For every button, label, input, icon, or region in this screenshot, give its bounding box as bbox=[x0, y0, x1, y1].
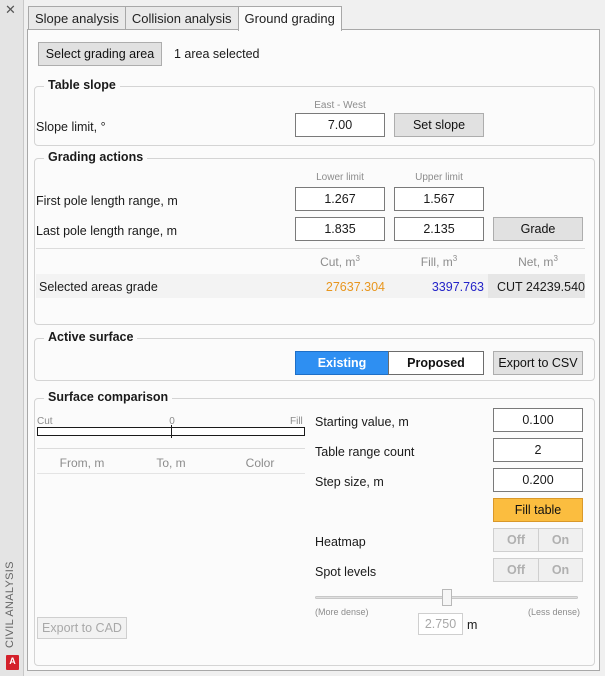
last-pole-label: Last pole length range, m bbox=[36, 224, 178, 238]
fill-value: 3397.763 bbox=[431, 280, 484, 294]
spot-levels-label: Spot levels bbox=[315, 565, 377, 579]
color-table-header-divider bbox=[37, 473, 305, 474]
spot-levels-off-toggle[interactable]: Off bbox=[493, 558, 539, 582]
heatmap-off-toggle[interactable]: Off bbox=[493, 528, 539, 552]
density-slider-thumb[interactable] bbox=[441, 589, 452, 606]
slope-limit-label: Slope limit, ° bbox=[36, 120, 106, 134]
table-range-input[interactable]: 2 bbox=[493, 438, 583, 462]
density-unit-label: m bbox=[467, 618, 478, 632]
scale-zero-tick bbox=[171, 425, 172, 438]
table-range-label: Table range count bbox=[315, 445, 415, 459]
table-slope-title: Table slope bbox=[44, 78, 120, 92]
density-value-input[interactable]: 2.750 bbox=[418, 613, 463, 635]
cut-fill-scale-bar bbox=[37, 425, 305, 438]
from-column-header: From, m bbox=[59, 456, 105, 470]
starting-value-label: Starting value, m bbox=[315, 415, 409, 429]
results-row-label: Selected areas grade bbox=[39, 280, 158, 294]
cut-column-header: Cut, m3 bbox=[320, 254, 360, 269]
active-surface-title: Active surface bbox=[44, 330, 138, 344]
close-icon[interactable]: ✕ bbox=[5, 3, 16, 17]
grade-button[interactable]: Grade bbox=[493, 217, 583, 241]
heatmap-on-toggle[interactable]: On bbox=[538, 528, 583, 552]
area-status: 1 area selected bbox=[174, 47, 260, 61]
tab-strip: Slope analysis Collision analysis Ground… bbox=[28, 6, 342, 31]
less-dense-label: (Less dense) bbox=[528, 607, 581, 617]
upper-limit-label: Upper limit bbox=[415, 172, 463, 183]
net-value: CUT 24239.540 bbox=[496, 280, 585, 294]
scale-zero-label: 0 bbox=[169, 416, 175, 427]
grading-actions-title: Grading actions bbox=[44, 150, 148, 164]
palette-title: CIVIL ANALYSIS bbox=[4, 561, 16, 648]
proposed-surface-toggle[interactable]: Proposed bbox=[388, 351, 484, 375]
first-pole-lower-input[interactable]: 1.267 bbox=[295, 187, 385, 211]
net-column-header: Net, m3 bbox=[518, 254, 558, 269]
more-dense-label: (More dense) bbox=[315, 607, 369, 617]
to-column-header: To, m bbox=[156, 456, 186, 470]
palette-sidebar: ✕ CIVIL ANALYSIS A bbox=[0, 0, 24, 676]
fill-table-button[interactable]: Fill table bbox=[493, 498, 583, 522]
cut-value: 27637.304 bbox=[325, 280, 385, 294]
results-divider bbox=[36, 248, 585, 249]
direction-label: East - West bbox=[314, 100, 366, 111]
step-size-input[interactable]: 0.200 bbox=[493, 468, 583, 492]
export-to-cad-button[interactable]: Export to CAD bbox=[37, 617, 127, 639]
set-slope-button[interactable]: Set slope bbox=[394, 113, 484, 137]
tab-collision-analysis[interactable]: Collision analysis bbox=[124, 6, 239, 30]
first-pole-upper-input[interactable]: 1.567 bbox=[394, 187, 484, 211]
fill-column-header: Fill, m3 bbox=[420, 254, 458, 269]
last-pole-upper-input[interactable]: 2.135 bbox=[394, 217, 484, 241]
export-csv-button[interactable]: Export to CSV bbox=[493, 351, 583, 375]
first-pole-label: First pole length range, m bbox=[36, 194, 178, 208]
color-column-header: Color bbox=[245, 456, 275, 470]
heatmap-label: Heatmap bbox=[315, 535, 366, 549]
ground-grading-panel: Select grading area 1 area selected Tabl… bbox=[27, 29, 600, 671]
step-size-label: Step size, m bbox=[315, 475, 384, 489]
app-logo-icon: A bbox=[6, 655, 19, 670]
tab-slope-analysis[interactable]: Slope analysis bbox=[28, 6, 126, 30]
slope-limit-input[interactable]: 7.00 bbox=[295, 113, 385, 137]
select-grading-area-button[interactable]: Select grading area bbox=[38, 42, 162, 66]
existing-surface-toggle[interactable]: Existing bbox=[295, 351, 389, 375]
last-pole-lower-input[interactable]: 1.835 bbox=[295, 217, 385, 241]
grading-actions-group bbox=[34, 158, 595, 325]
color-table-top-divider bbox=[37, 448, 305, 449]
lower-limit-label: Lower limit bbox=[316, 172, 364, 183]
surface-comparison-title: Surface comparison bbox=[44, 390, 173, 404]
tab-ground-grading[interactable]: Ground grading bbox=[237, 6, 342, 31]
scale-fill-label: Fill bbox=[290, 416, 303, 427]
starting-value-input[interactable]: 0.100 bbox=[493, 408, 583, 432]
scale-cut-label: Cut bbox=[37, 416, 53, 427]
spot-levels-on-toggle[interactable]: On bbox=[538, 558, 583, 582]
